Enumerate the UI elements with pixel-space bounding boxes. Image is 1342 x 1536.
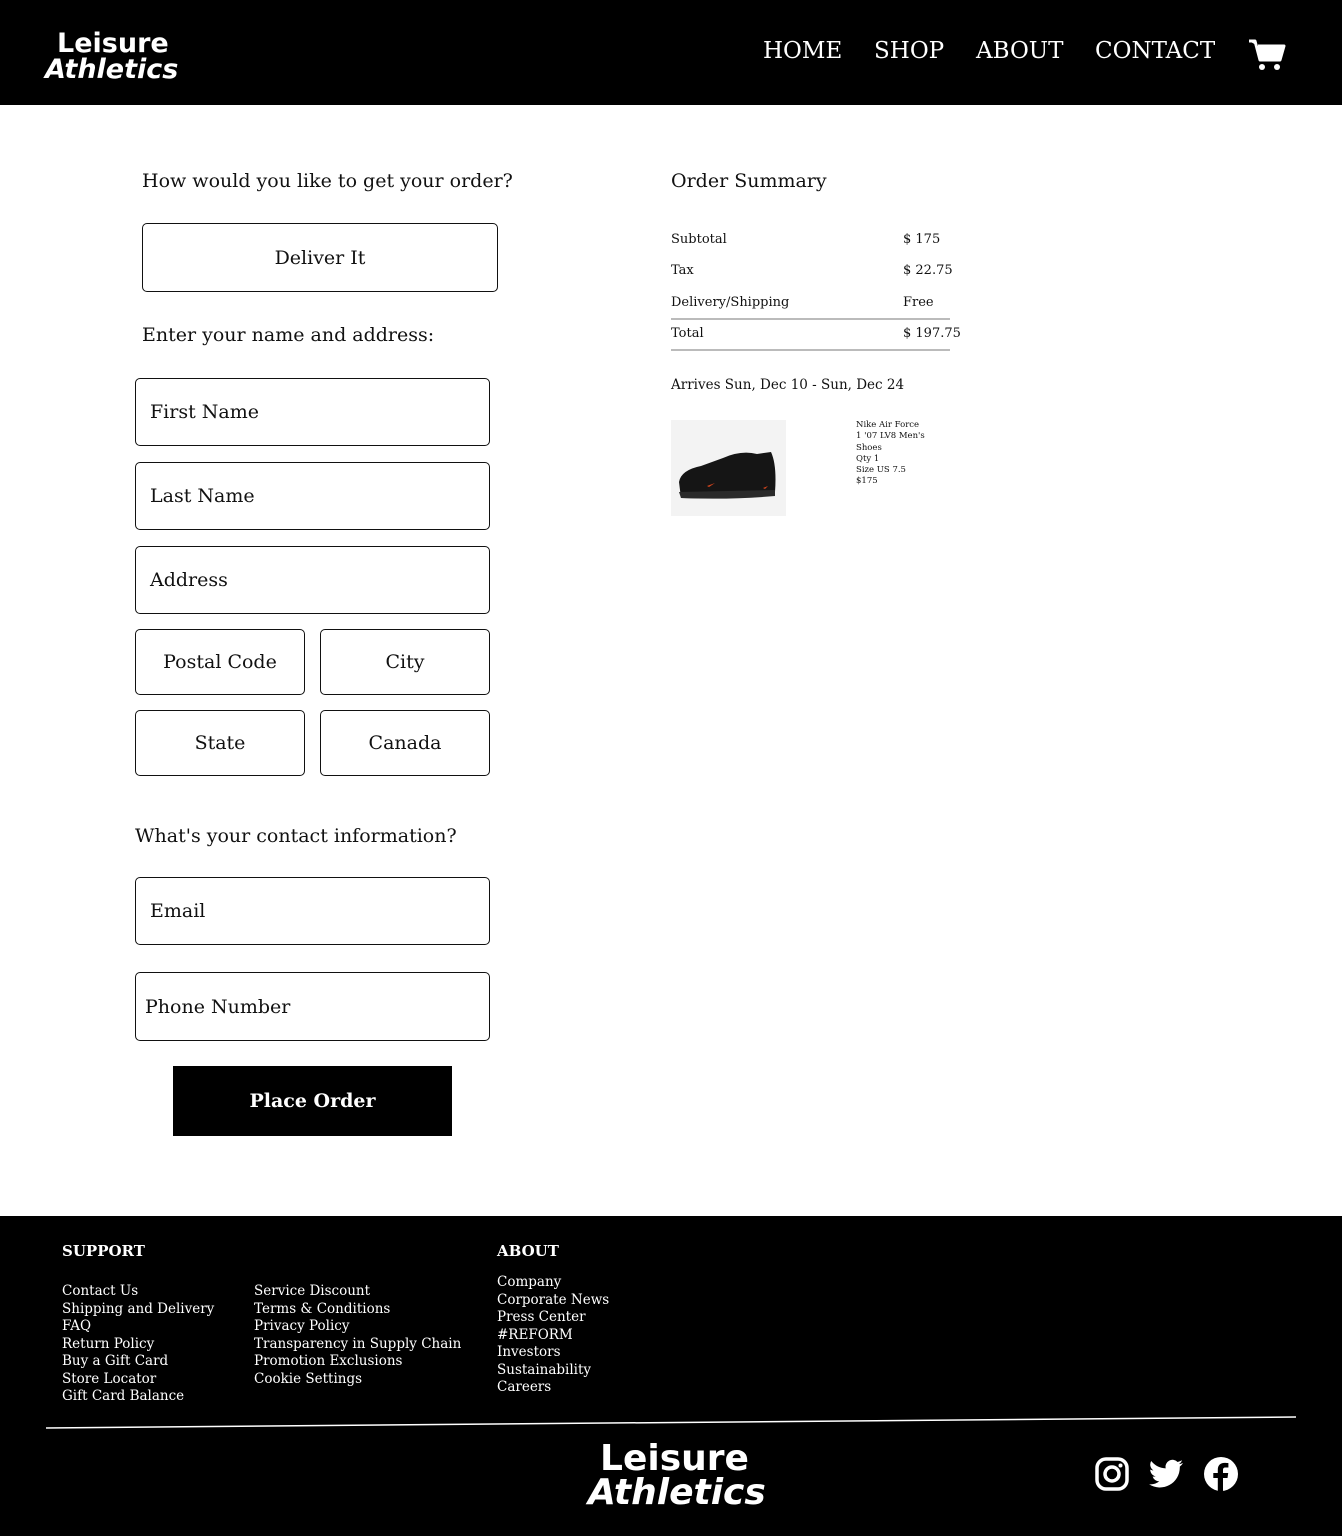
logo-line2: Athletics xyxy=(588,1472,766,1514)
product-price: $175 xyxy=(856,476,878,487)
footer-link[interactable]: Return Policy xyxy=(62,1336,214,1354)
subtotal-label: Subtotal xyxy=(671,232,727,247)
logo[interactable]: Leisure Athletics xyxy=(45,28,179,85)
support-links-col1: Contact Us Shipping and Delivery FAQ Ret… xyxy=(62,1283,214,1406)
footer-link[interactable]: Terms & Conditions xyxy=(254,1301,461,1319)
phone-input[interactable]: Phone Number xyxy=(135,972,490,1041)
total-value: $ 197.75 xyxy=(903,326,961,341)
footer-link[interactable]: Gift Card Balance xyxy=(62,1388,214,1406)
about-heading: ABOUT xyxy=(497,1242,559,1260)
footer-link[interactable]: Sustainability xyxy=(497,1362,609,1380)
divider xyxy=(671,318,950,320)
arrival-estimate: Arrives Sun, Dec 10 - Sun, Dec 24 xyxy=(671,377,905,393)
footer-link[interactable]: Cookie Settings xyxy=(254,1371,461,1389)
contact-heading: What's your contact information? xyxy=(135,825,457,847)
nav-shop[interactable]: SHOP xyxy=(874,38,944,64)
footer-link[interactable]: Store Locator xyxy=(62,1371,214,1389)
logo-line1: Leisure xyxy=(600,1438,749,1479)
logo-line2: Athletics xyxy=(45,53,179,85)
footer-link[interactable]: Contact Us xyxy=(62,1283,214,1301)
footer-divider xyxy=(45,1416,1297,1429)
footer-link[interactable]: Privacy Policy xyxy=(254,1318,461,1336)
email-input[interactable]: Email xyxy=(135,877,490,945)
shipping-value: Free xyxy=(903,295,934,310)
support-links-col2: Service Discount Terms & Conditions Priv… xyxy=(254,1283,461,1388)
footer-link[interactable]: Transparency in Supply Chain xyxy=(254,1336,461,1354)
site-footer: SUPPORT Contact Us Shipping and Delivery… xyxy=(0,1216,1342,1536)
footer-link[interactable]: Press Center xyxy=(497,1309,609,1327)
footer-link[interactable]: #REFORM xyxy=(497,1327,609,1345)
twitter-icon[interactable] xyxy=(1148,1456,1184,1492)
product-qty: Qty 1 xyxy=(856,453,880,464)
footer-link[interactable]: Promotion Exclusions xyxy=(254,1353,461,1371)
country-select[interactable]: Canada xyxy=(320,710,490,776)
footer-link[interactable]: FAQ xyxy=(62,1318,214,1336)
footer-link[interactable]: Corporate News xyxy=(497,1292,609,1310)
facebook-icon[interactable] xyxy=(1203,1456,1239,1492)
site-header: Leisure Athletics HOME SHOP ABOUT CONTAC… xyxy=(0,0,1342,105)
footer-link[interactable]: Shipping and Delivery xyxy=(62,1301,214,1319)
shipping-label: Delivery/Shipping xyxy=(671,295,790,310)
state-input[interactable]: State xyxy=(135,710,305,776)
tax-value: $ 22.75 xyxy=(903,263,953,278)
total-label: Total xyxy=(671,326,704,341)
product-image xyxy=(671,420,786,516)
product-size: Size US 7.5 xyxy=(856,465,906,476)
divider xyxy=(671,349,950,351)
footer-link[interactable]: Careers xyxy=(497,1379,609,1397)
footer-link[interactable]: Investors xyxy=(497,1344,609,1362)
delivery-question: How would you like to get your order? xyxy=(142,170,513,192)
logo-line1: Leisure xyxy=(57,28,169,59)
first-name-input[interactable]: First Name xyxy=(135,378,490,446)
deliver-it-button[interactable]: Deliver It xyxy=(142,223,498,292)
footer-link[interactable]: Buy a Gift Card xyxy=(62,1353,214,1371)
city-input[interactable]: City xyxy=(320,629,490,695)
tax-label: Tax xyxy=(671,263,694,278)
nav-home[interactable]: HOME xyxy=(763,38,842,64)
place-order-button[interactable]: Place Order xyxy=(173,1066,452,1136)
product-details: Nike Air Force 1 '07 LV8 Men's Shoes Qty… xyxy=(856,420,926,488)
cart-icon[interactable] xyxy=(1248,38,1286,72)
product-name: Nike Air Force 1 '07 LV8 Men's Shoes xyxy=(856,420,925,453)
footer-link[interactable]: Company xyxy=(497,1274,609,1292)
postal-code-input[interactable]: Postal Code xyxy=(135,629,305,695)
instagram-icon[interactable] xyxy=(1094,1456,1130,1492)
nav-about[interactable]: ABOUT xyxy=(976,38,1064,64)
order-summary-title: Order Summary xyxy=(671,170,827,192)
footer-link[interactable]: Service Discount xyxy=(254,1283,461,1301)
footer-logo[interactable]: Leisure Athletics xyxy=(588,1438,766,1514)
nav-contact[interactable]: CONTACT xyxy=(1095,38,1215,64)
support-heading: SUPPORT xyxy=(62,1242,145,1260)
about-links: Company Corporate News Press Center #REF… xyxy=(497,1274,609,1397)
address-heading: Enter your name and address: xyxy=(142,324,435,346)
last-name-input[interactable]: Last Name xyxy=(135,462,490,530)
address-input[interactable]: Address xyxy=(135,546,490,614)
subtotal-value: $ 175 xyxy=(903,232,941,247)
